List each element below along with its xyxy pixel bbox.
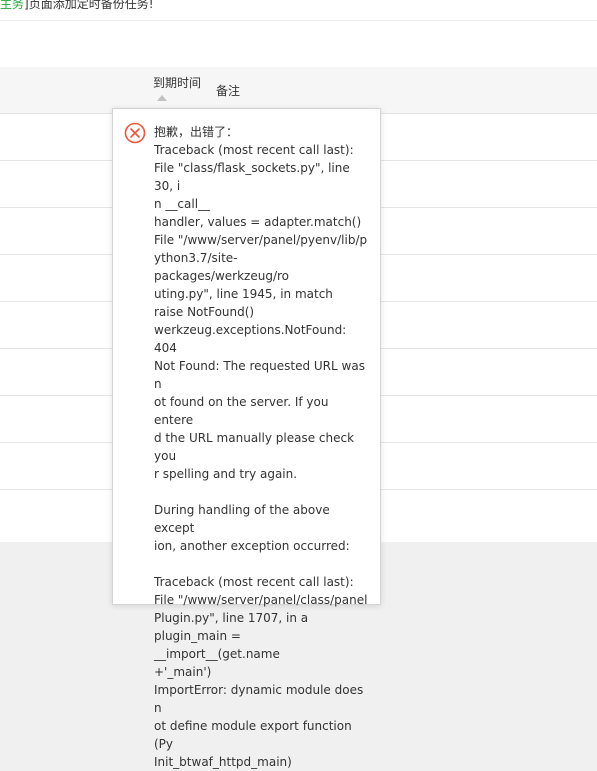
error-dialog: 抱歉，出错了： Traceback (most recent call last… bbox=[112, 108, 381, 769]
error-line: File "/www/server/panel/class/panel bbox=[154, 593, 368, 607]
error-line: r spelling and try again. bbox=[154, 467, 298, 481]
error-line: Not Found: The requested URL was n bbox=[154, 359, 365, 391]
error-circle-x-icon bbox=[124, 122, 146, 144]
error-line: Traceback (most recent call last): bbox=[154, 575, 354, 589]
error-line: ot define module export function (Py bbox=[154, 719, 352, 751]
column-header-note: 备注 bbox=[216, 84, 241, 98]
column-header-due-time[interactable]: 到期时间 bbox=[153, 74, 201, 91]
error-line: Init_btwaf_httpd_main) bbox=[154, 755, 292, 769]
error-line: Plugin.py", line 1707, in a bbox=[154, 611, 309, 625]
error-line bbox=[154, 555, 370, 573]
error-line: File "class/flask_sockets.py", line 30, … bbox=[154, 161, 350, 193]
error-line: Traceback (most recent call last): bbox=[154, 143, 354, 157]
sort-asc-icon[interactable] bbox=[157, 95, 167, 101]
error-line: plugin_main = __import__(get.name bbox=[154, 629, 280, 661]
error-message: 抱歉，出错了： Traceback (most recent call last… bbox=[154, 123, 370, 771]
error-line: d the URL manually please check you bbox=[154, 431, 355, 463]
error-line: ImportError: dynamic module does n bbox=[154, 683, 364, 715]
error-line: ython3.7/site-packages/werkzeug/ro bbox=[154, 251, 289, 283]
error-line: ot found on the server. If you entere bbox=[154, 395, 329, 427]
error-line: File "/www/server/panel/pyenv/lib/p bbox=[154, 233, 368, 247]
notice-text: ]页面添加定时备份任务! bbox=[24, 0, 154, 11]
top-notice: 主务]页面添加定时备份任务! bbox=[0, 0, 597, 21]
notice-link[interactable]: 主务 bbox=[0, 0, 24, 11]
error-line: handler, values = adapter.match() bbox=[154, 215, 362, 229]
error-line: uting.py", line 1945, in match bbox=[154, 287, 333, 301]
error-line: During handling of the above except bbox=[154, 503, 330, 535]
table-header: 到期时间 备注 bbox=[0, 67, 597, 114]
error-line: n __call__ bbox=[154, 197, 211, 211]
error-title: 抱歉，出错了： bbox=[154, 125, 239, 139]
error-traceback: Traceback (most recent call last): File "… bbox=[154, 141, 370, 771]
error-line bbox=[154, 483, 370, 501]
error-line: werkzeug.exceptions.NotFound: 404 bbox=[154, 323, 347, 355]
error-line: raise NotFound() bbox=[154, 305, 255, 319]
error-line: ion, another exception occurred: bbox=[154, 539, 350, 553]
